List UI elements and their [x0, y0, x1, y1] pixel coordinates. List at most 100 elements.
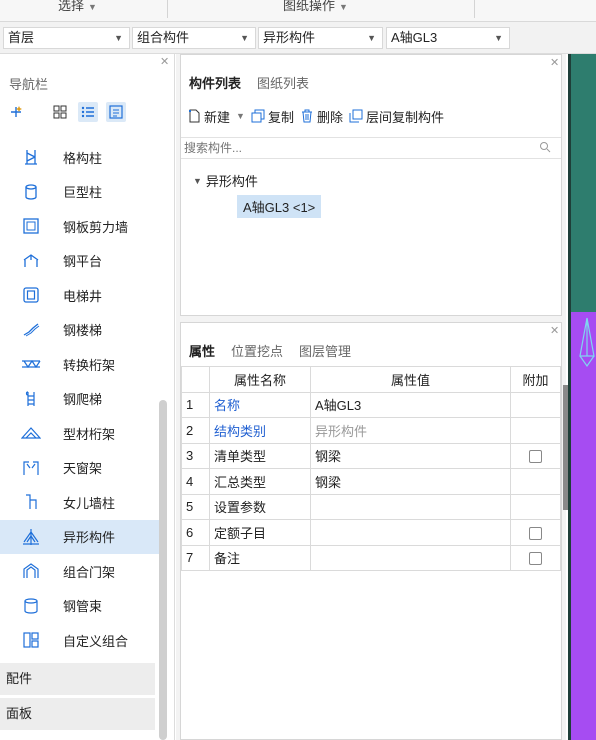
close-icon[interactable]: ✕ [160, 55, 169, 68]
add-sparkle-icon[interactable] [6, 102, 26, 122]
tree-node-root[interactable]: ▼ 异形构件 [193, 171, 258, 190]
row-attach [510, 468, 561, 495]
component-tabs: 构件列表 图纸列表 [181, 71, 317, 97]
ribbon-group-drawing[interactable]: 图纸操作 ▼ [283, 0, 348, 22]
nav-item-transfer-truss[interactable]: 转换桁架 [0, 347, 160, 382]
nav-scrollbar[interactable] [159, 400, 167, 740]
nav-item-portal-frame[interactable]: 组合门架 [0, 554, 160, 589]
attach-checkbox[interactable] [529, 526, 542, 540]
tab-layer-management[interactable]: 图层管理 [291, 340, 359, 364]
header-index [181, 366, 210, 393]
collapse-icon[interactable]: ▼ [193, 176, 202, 186]
steel-platform-icon [20, 250, 42, 272]
component-type-value: 异形构件 [263, 30, 316, 45]
nav-item-steel-ladder[interactable]: 钢爬梯 [0, 382, 160, 417]
row-value: 异形构件 [310, 417, 511, 444]
chevron-down-icon: ▼ [114, 33, 123, 43]
search-icon[interactable] [539, 141, 551, 156]
nav-item-mega-column[interactable]: 巨型柱 [0, 175, 160, 210]
nav-item-profile-truss[interactable]: 型材桁架 [0, 416, 160, 451]
table-row[interactable]: 3 清单类型 钢梁 [181, 442, 561, 469]
nav-item-steel-stair[interactable]: 钢楼梯 [0, 313, 160, 348]
steel-stair-icon [20, 319, 42, 341]
table-row[interactable]: 6 定额子目 [181, 519, 561, 546]
copy-button[interactable]: 复制 [251, 107, 294, 126]
new-button[interactable]: 新建 ▼ [187, 107, 245, 126]
tree-node-selected[interactable]: A轴GL3 <1> [237, 195, 322, 218]
nav-item-steel-tube-bundle[interactable]: 钢管束 [0, 589, 160, 624]
tab-drawing-list[interactable]: 图纸列表 [249, 71, 317, 97]
nav-section-accessories[interactable]: 配件 [0, 663, 155, 695]
search-input[interactable] [181, 138, 521, 158]
floor-copy-button[interactable]: 层间复制构件 [349, 107, 444, 126]
drawing-canvas[interactable] [568, 54, 596, 740]
component-category-select[interactable]: 组合构件 ▼ [132, 27, 256, 49]
canvas-model-face [568, 54, 596, 312]
header-attach: 附加 [510, 366, 561, 393]
grid-view-icon[interactable] [50, 102, 70, 122]
row-value[interactable] [310, 493, 511, 520]
row-number: 7 [181, 544, 210, 571]
close-icon[interactable]: ✕ [550, 324, 559, 337]
table-row[interactable]: 2 结构类别 异形构件 [181, 417, 561, 444]
nav-item-label: 钢平台 [63, 254, 103, 270]
tab-properties[interactable]: 属性 [181, 340, 224, 364]
table-row[interactable]: 1 名称 A轴GL3 [181, 391, 561, 418]
table-row[interactable]: 4 汇总类型 钢梁 [181, 468, 561, 495]
delete-button-label: 删除 [316, 109, 343, 125]
attach-checkbox[interactable] [529, 450, 542, 464]
nav-section-panels[interactable]: 面板 [0, 698, 155, 730]
nav-item-label: 电梯井 [63, 288, 103, 304]
table-row[interactable]: 7 备注 [181, 544, 561, 571]
floor-select[interactable]: 首层 ▼ [3, 27, 130, 49]
chevron-down-icon: ▼ [494, 33, 503, 43]
special-shaped-member-icon [20, 526, 42, 548]
ribbon-group-select[interactable]: 选择 ▼ [58, 0, 97, 22]
nav-item-label: 组合门架 [63, 564, 116, 580]
row-attach [510, 493, 561, 520]
row-attach [510, 391, 561, 418]
chevron-down-icon[interactable]: ▼ [236, 111, 245, 121]
row-number: 4 [181, 468, 210, 495]
nav-item-lattice-column[interactable]: 格构柱 [0, 140, 160, 175]
nav-item-skylight-frame[interactable]: 天窗架 [0, 451, 160, 486]
detail-view-icon[interactable] [106, 102, 126, 122]
floor-copy-icon [349, 109, 363, 123]
row-value[interactable]: A轴GL3 [310, 391, 511, 418]
component-category-value: 组合构件 [137, 30, 190, 45]
tab-position-points[interactable]: 位置挖点 [223, 340, 291, 364]
nav-item-label: 巨型柱 [63, 185, 103, 201]
nav-item-elevator-shaft[interactable]: 电梯井 [0, 278, 160, 313]
nav-list: 格构柱 巨型柱 钢板剪力墙 钢平台 电梯井 钢楼梯 转换桁架 钢爬梯 型材桁架 … [0, 140, 160, 658]
attach-checkbox[interactable] [529, 552, 542, 566]
row-value[interactable] [310, 544, 511, 571]
nav-item-label: 自定义组合 [63, 633, 129, 649]
table-row[interactable]: 5 设置参数 [181, 493, 561, 520]
nav-item-parapet-column[interactable]: 女儿墙柱 [0, 485, 160, 520]
component-instance-select[interactable]: A轴GL3 ▼ [386, 27, 510, 49]
nav-item-custom-combination[interactable]: 自定义组合 [0, 623, 160, 658]
list-view-icon[interactable] [78, 102, 98, 122]
floor-select-value: 首层 [8, 30, 35, 45]
delete-button[interactable]: 删除 [300, 107, 343, 126]
nav-item-steel-platform[interactable]: 钢平台 [0, 244, 160, 279]
table-header-row: 属性名称 属性值 附加 [181, 366, 561, 393]
elevator-shaft-icon [20, 284, 42, 306]
row-number: 6 [181, 519, 210, 546]
parapet-column-icon [20, 491, 42, 513]
nav-item-label: 异形构件 [63, 530, 116, 546]
copy-icon [251, 109, 265, 123]
ribbon-group-select-label: 选择 [58, 0, 85, 13]
row-value[interactable]: 钢梁 [310, 468, 511, 495]
close-icon[interactable]: ✕ [550, 56, 559, 69]
component-type-select[interactable]: 异形构件 ▼ [258, 27, 383, 49]
profile-truss-icon [20, 422, 42, 444]
tab-component-list[interactable]: 构件列表 [181, 71, 250, 97]
row-value[interactable] [310, 519, 511, 546]
nav-item-label: 钢楼梯 [63, 323, 103, 339]
row-value[interactable]: 钢梁 [310, 442, 511, 469]
nav-item-steel-shear-wall[interactable]: 钢板剪力墙 [0, 209, 160, 244]
row-name: 定额子目 [209, 519, 311, 546]
nav-item-special-shaped-member[interactable]: 异形构件 [0, 519, 160, 554]
row-name: 设置参数 [209, 493, 311, 520]
